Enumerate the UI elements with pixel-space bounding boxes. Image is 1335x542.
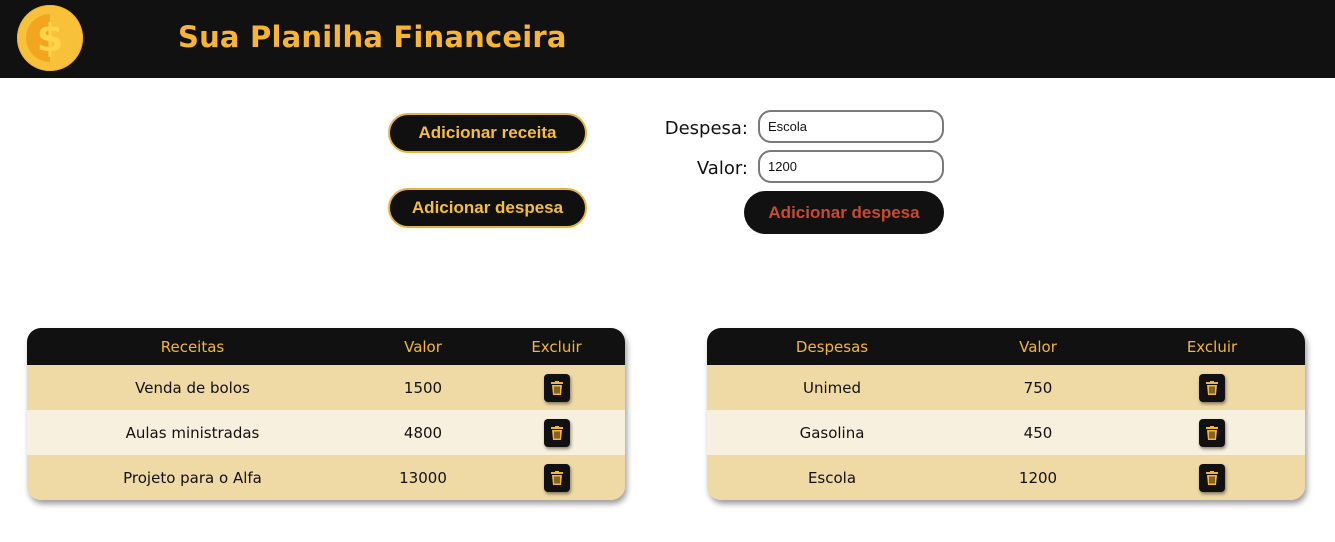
delete-button[interactable] — [1199, 418, 1225, 447]
table-row: Projeto para o Alfa 13000 — [27, 455, 625, 500]
despesa-name: Escola — [807, 468, 857, 487]
add-receita-button[interactable]: Adicionar receita — [388, 113, 587, 153]
table-row: Aulas ministradas 4800 — [27, 410, 625, 455]
header-receitas: Receitas — [160, 337, 225, 356]
despesas-table: Despesas Valor Excluir Unimed 750 Gasoli… — [707, 328, 1305, 500]
app-title: Sua Planilha Financeira — [178, 20, 567, 54]
table-row: Escola 1200 — [707, 455, 1305, 500]
delete-button[interactable] — [543, 418, 570, 447]
header-valor: Valor — [404, 337, 442, 356]
delete-button[interactable] — [543, 463, 570, 492]
app-header: $ Sua Planilha Financeira — [0, 0, 1335, 78]
header-valor: Valor — [1019, 337, 1057, 356]
trash-icon — [1206, 425, 1218, 440]
valor-label: Valor: — [696, 158, 748, 179]
despesa-name: Gasolina — [799, 423, 865, 442]
receita-name: Venda de bolos — [135, 378, 250, 397]
receita-value: 4800 — [403, 423, 443, 442]
table-header: Despesas Valor Excluir — [707, 328, 1305, 365]
delete-button[interactable] — [1199, 463, 1225, 492]
valor-input[interactable]: 1200 — [758, 150, 944, 183]
table-row: Venda de bolos 1500 — [27, 365, 625, 410]
despesa-label: Despesa: — [664, 118, 748, 139]
despesa-value: 750 — [1023, 378, 1053, 397]
trash-icon — [1206, 380, 1218, 395]
header-excluir: Excluir — [531, 337, 582, 356]
table-row: Gasolina 450 — [707, 410, 1305, 455]
delete-button[interactable] — [543, 373, 570, 402]
dollar-coin-icon: $ — [17, 5, 83, 71]
table-row: Unimed 750 — [707, 365, 1305, 410]
logo-symbol: $ — [36, 16, 64, 60]
despesa-input[interactable]: Escola — [758, 110, 944, 143]
add-despesa-button[interactable]: Adicionar despesa — [388, 188, 587, 228]
trash-icon — [550, 425, 563, 440]
delete-button[interactable] — [1199, 373, 1225, 402]
receita-value: 13000 — [399, 468, 447, 487]
trash-icon — [1206, 470, 1218, 485]
header-despesas: Despesas — [795, 337, 869, 356]
despesa-name: Unimed — [802, 378, 861, 397]
receita-name: Aulas ministradas — [125, 423, 260, 442]
despesa-value: 1200 — [1018, 468, 1058, 487]
header-excluir: Excluir — [1186, 337, 1238, 356]
trash-icon — [550, 470, 563, 485]
submit-despesa-button[interactable]: Adicionar despesa — [744, 191, 944, 234]
trash-icon — [550, 380, 563, 395]
receita-value: 1500 — [403, 378, 443, 397]
table-header: Receitas Valor Excluir — [27, 328, 625, 365]
receitas-table: Receitas Valor Excluir Venda de bolos 15… — [27, 328, 625, 500]
despesa-value: 450 — [1023, 423, 1053, 442]
receita-name: Projeto para o Alfa — [123, 468, 262, 487]
